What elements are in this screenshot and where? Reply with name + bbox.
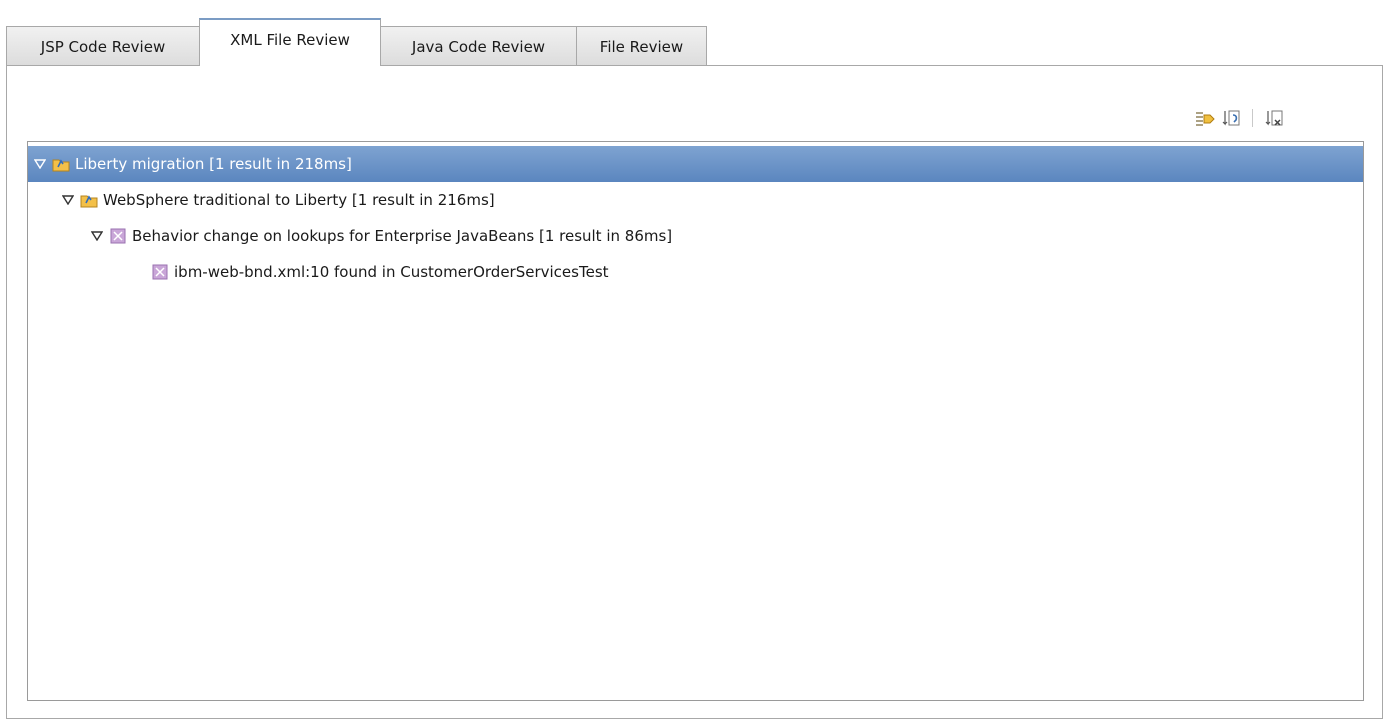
tree-row-behavior-change[interactable]: Behavior change on lookups for Enterpris… bbox=[28, 218, 1363, 254]
expand-all-icon bbox=[1196, 112, 1215, 126]
review-panel: Liberty migration [1 result in 218ms] We… bbox=[6, 65, 1383, 719]
tab-java-code-review[interactable]: Java Code Review bbox=[380, 26, 577, 66]
rule-icon bbox=[109, 227, 127, 245]
tab-file-review[interactable]: File Review bbox=[576, 26, 707, 66]
clear-results-button[interactable] bbox=[1261, 106, 1287, 130]
chevron-down-icon[interactable] bbox=[89, 228, 105, 244]
tree-row-websphere-traditional[interactable]: WebSphere traditional to Liberty [1 resu… bbox=[28, 182, 1363, 218]
tree-row-liberty-migration[interactable]: Liberty migration [1 result in 218ms] bbox=[28, 146, 1363, 182]
tab-xml-file-review[interactable]: XML File Review bbox=[199, 18, 381, 66]
tree-row-label: ibm-web-bnd.xml:10 found in CustomerOrde… bbox=[174, 263, 609, 281]
tree-row-result[interactable]: ibm-web-bnd.xml:10 found in CustomerOrde… bbox=[28, 254, 1363, 290]
tab-label: XML File Review bbox=[230, 31, 350, 49]
clear-results-icon bbox=[1265, 110, 1283, 126]
results-tree: Liberty migration [1 result in 218ms] We… bbox=[27, 141, 1364, 701]
tab-label: JSP Code Review bbox=[40, 37, 166, 56]
tab-bar: JSP Code Review XML File Review Java Cod… bbox=[6, 18, 707, 66]
chevron-down-icon[interactable] bbox=[60, 192, 76, 208]
folder-rules-icon bbox=[80, 191, 98, 209]
toolbar-separator bbox=[1252, 109, 1253, 127]
result-icon bbox=[151, 263, 169, 281]
tab-label: File Review bbox=[599, 37, 684, 56]
results-toolbar bbox=[1192, 106, 1287, 130]
export-icon bbox=[1222, 110, 1240, 126]
chevron-down-icon[interactable] bbox=[32, 156, 48, 172]
expand-all-button[interactable] bbox=[1192, 106, 1218, 130]
folder-rules-icon bbox=[52, 155, 70, 173]
tree-row-label: Liberty migration [1 result in 218ms] bbox=[75, 155, 352, 173]
tab-jsp-code-review[interactable]: JSP Code Review bbox=[6, 26, 200, 66]
tree-row-label: WebSphere traditional to Liberty [1 resu… bbox=[103, 191, 495, 209]
tab-label: Java Code Review bbox=[411, 37, 546, 56]
export-button[interactable] bbox=[1218, 106, 1244, 130]
tree-row-label: Behavior change on lookups for Enterpris… bbox=[132, 227, 673, 245]
